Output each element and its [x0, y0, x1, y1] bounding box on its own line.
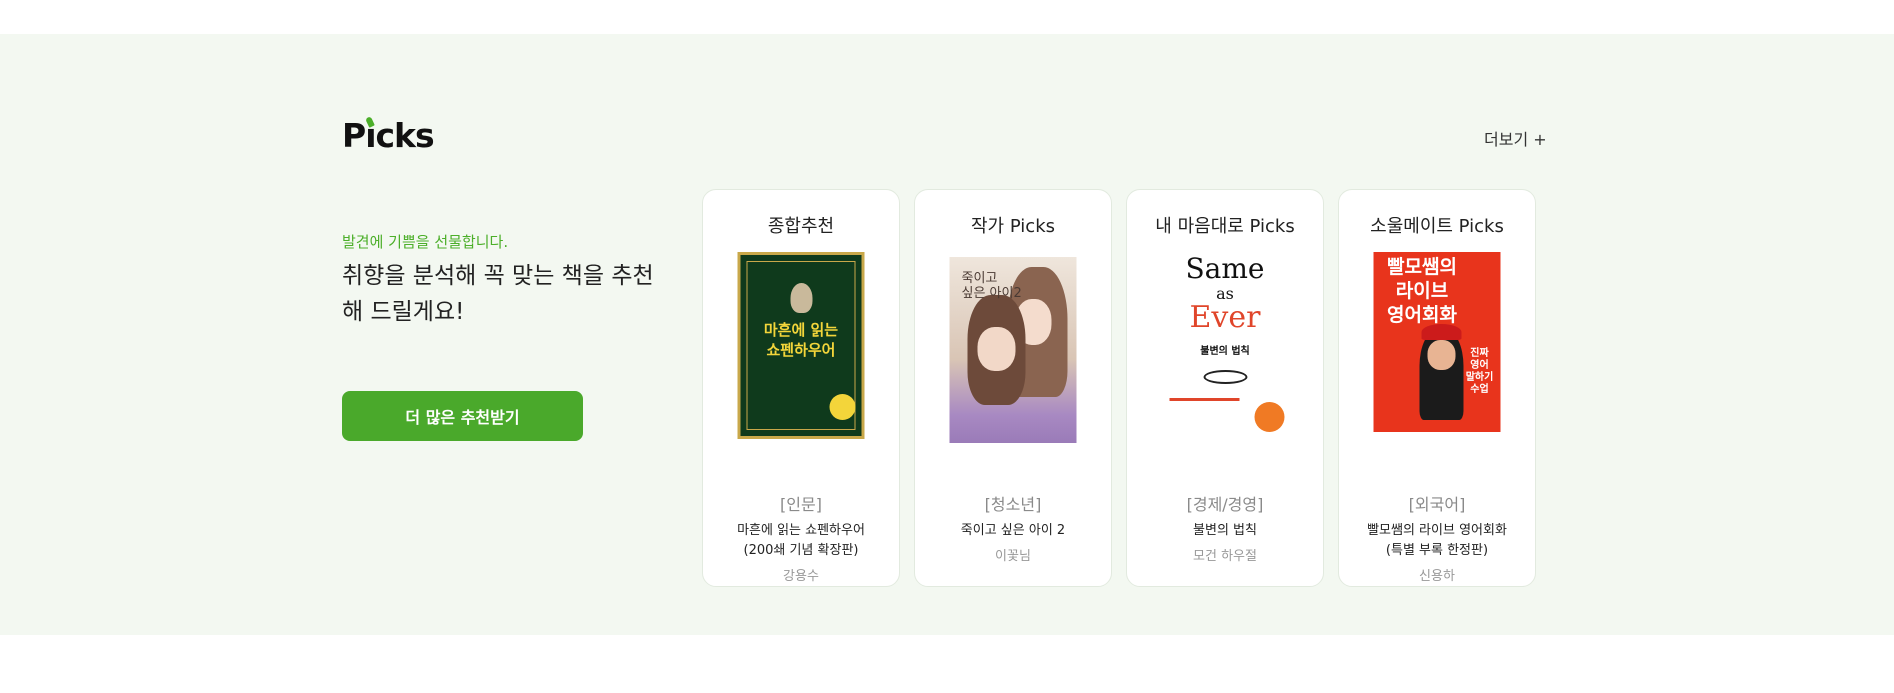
- leaf-icon: [365, 116, 376, 128]
- pick-card[interactable]: 소울메이트 Picks 빨모쌤의 라이브 영어회화 진짜 영어 말하기 수업 […: [1338, 189, 1536, 587]
- card-title: 내 마음대로 Picks: [1155, 216, 1295, 237]
- cover-badge: [1254, 402, 1285, 432]
- book-author: 강용수: [783, 569, 819, 584]
- book-genre: [경제/경영]: [1186, 495, 1264, 514]
- pick-card[interactable]: 내 마음대로 Picks Same as Ever 불변의 법칙 [경제/경영]…: [1126, 189, 1324, 587]
- cover-title: Ever: [1189, 300, 1261, 335]
- book-cover[interactable]: 죽이고 싶은 아이2: [949, 257, 1077, 443]
- book-cover[interactable]: Same as Ever 불변의 법칙: [1161, 252, 1289, 440]
- section-headline: 취향을 분석해 꼭 맞는 책을 추천해 드릴게요!: [342, 263, 654, 325]
- section-eyebrow: 발견에 기쁨을 선물합니다.: [342, 233, 509, 251]
- cover-title: 라이브: [1395, 280, 1449, 302]
- book-author: 이꽃님: [995, 549, 1031, 564]
- book-author: 신용하: [1419, 569, 1455, 584]
- book-genre: [외국어]: [1408, 495, 1466, 514]
- cover-title: 영어회화: [1387, 304, 1457, 326]
- cover-title: 쇼펜하우어: [766, 341, 836, 359]
- cover-subtitle: 불변의 법칙: [1200, 346, 1250, 357]
- cover-title: 마흔에 읽는: [763, 321, 839, 339]
- cover-title: 빨모쌤의: [1387, 256, 1457, 278]
- infinity-icon: [1203, 370, 1247, 384]
- pick-card[interactable]: 종합추천 마흔에 읽는 쇼펜하우어 [인문] 마흔에 읽는 쇼펜하우어 (200…: [702, 189, 900, 587]
- cover-title: 죽이고 싶은 아이2: [961, 271, 1022, 301]
- picks-logo: Pı cks: [342, 116, 435, 155]
- book-title[interactable]: 마흔에 읽는 쇼펜하우어 (200쇄 기념 확장판): [721, 521, 881, 561]
- book-cover[interactable]: 빨모쌤의 라이브 영어회화 진짜 영어 말하기 수업: [1373, 252, 1501, 432]
- book-author: 모건 하우절: [1193, 549, 1257, 564]
- book-title[interactable]: 불변의 법칙: [1145, 521, 1305, 541]
- more-recommendations-button[interactable]: 더 많은 추천받기: [342, 391, 583, 441]
- cover-badge: [829, 394, 856, 420]
- book-genre: [청소년]: [984, 495, 1042, 514]
- book-genre: [인문]: [780, 495, 822, 514]
- cover-title: Same: [1185, 252, 1265, 285]
- card-title: 소울메이트 Picks: [1370, 216, 1504, 237]
- book-title[interactable]: 빨모쌤의 라이브 영어회화 (특별 부록 한정판): [1357, 521, 1517, 561]
- card-title: 종합추천: [767, 216, 835, 237]
- card-title: 작가 Picks: [971, 216, 1055, 237]
- cover-subtitle: 진짜 영어 말하기 수업: [1465, 348, 1494, 395]
- book-title[interactable]: 죽이고 싶은 아이 2: [933, 521, 1093, 541]
- book-cover[interactable]: 마흔에 읽는 쇼펜하우어: [737, 252, 865, 439]
- portrait-image: [790, 283, 812, 313]
- more-link[interactable]: 더보기 +: [1484, 126, 1547, 150]
- pick-card[interactable]: 작가 Picks 죽이고 싶은 아이2 [청소년] 죽이고 싶은 아이 2 이꽃님: [914, 189, 1112, 587]
